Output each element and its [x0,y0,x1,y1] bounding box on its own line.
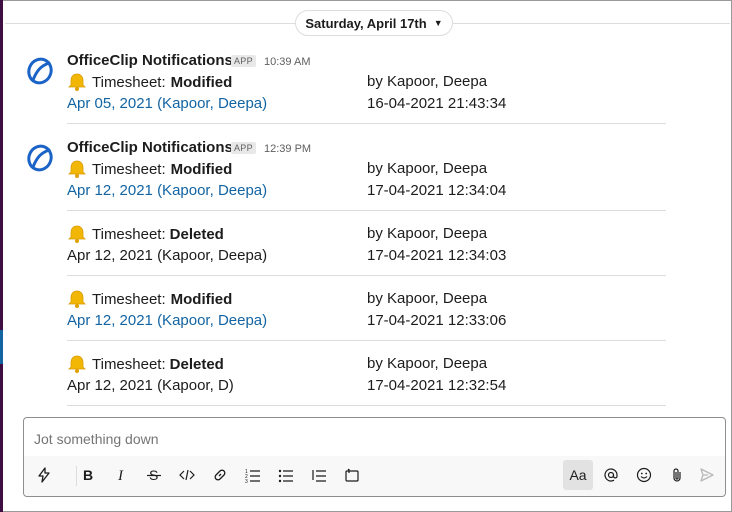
app-badge: APP [231,55,256,67]
entry-timestamp: 17-04-2021 12:32:54 [367,377,507,394]
numbered-list-icon: 123 [245,469,260,483]
blockquote-icon [312,470,326,482]
date-divider-button[interactable]: Saturday, April 17th ▼ [295,10,453,36]
sidebar-edge [0,0,3,512]
entry-author: by Kapoor, Deepa [367,225,488,242]
entry-type-label: Timesheet: [92,160,166,178]
italic-icon: I [117,468,124,483]
numbered-list-button[interactable]: 123 [238,460,268,490]
emoji-button[interactable] [629,460,659,490]
mention-icon [604,468,618,482]
bold-icon: B [83,467,93,483]
entry-author: by Kapoor, Deepa [367,160,488,177]
send-icon [700,468,714,482]
bulleted-list-button[interactable] [271,460,301,490]
strikethrough-button[interactable]: S [139,460,169,490]
date-divider-label: Saturday, April 17th [305,15,427,31]
bulleted-list-icon [278,469,293,483]
svg-text:B: B [83,467,93,483]
entry-action: Modified [170,160,233,178]
bold-button[interactable]: B [73,460,103,490]
attachment-button[interactable] [662,460,692,490]
composer-toolbar: B I S 123 Aa [24,456,725,496]
entry-separator [67,340,666,341]
shortcuts-button[interactable] [29,460,59,490]
entry-header: Timesheet: Deleted [67,355,224,373]
link-button[interactable] [205,460,235,490]
entry-type-label: Timesheet: [92,355,166,373]
officeclip-logo-icon[interactable] [25,143,55,173]
svg-text:3: 3 [245,479,248,483]
strikethrough-icon: S [147,467,161,483]
svg-text:I: I [117,468,124,483]
timesheet-link[interactable]: Apr 12, 2021 (Kapoor, Deepa) [67,182,267,199]
entry-type-label: Timesheet: [92,73,166,91]
code-icon [179,469,195,481]
sender-name[interactable]: OfficeClip Notifications [67,52,233,69]
formatting-button[interactable]: Aa [563,460,593,490]
message-timestamp[interactable]: 12:39 PM [264,143,311,155]
entry-action: Deleted [169,355,224,373]
timesheet-link[interactable]: Apr 12, 2021 (Kapoor, Deepa) [67,312,267,329]
entry-separator [67,405,666,406]
entry-author: by Kapoor, Deepa [367,73,488,90]
entry-timestamp: 17-04-2021 12:33:06 [367,312,507,329]
entry-type-label: Timesheet: [92,290,166,308]
entry-timestamp: 17-04-2021 12:34:04 [367,182,507,199]
officeclip-logo-icon[interactable] [25,56,55,86]
code-block-icon [345,468,359,482]
entry-action: Modified [170,290,233,308]
entry-author: by Kapoor, Deepa [367,290,488,307]
attachment-icon [673,468,681,482]
bell-icon [68,160,86,178]
italic-button[interactable]: I [106,460,136,490]
link-icon [214,469,226,481]
bell-icon [68,355,86,373]
chevron-down-icon: ▼ [433,18,443,28]
entry-header: Timesheet: Modified [67,73,232,91]
entry-header: Timesheet: Modified [67,290,232,308]
entry-action: Deleted [169,225,224,243]
entry-header: Timesheet: Deleted [67,225,224,243]
entry-timestamp: 17-04-2021 12:34:03 [367,247,507,264]
mention-button[interactable] [596,460,626,490]
entry-type-label: Timesheet: [92,225,166,243]
entry-timestamp: 16-04-2021 21:43:34 [367,95,507,112]
bell-icon [68,225,86,243]
blockquote-button[interactable] [304,460,334,490]
bell-icon [68,290,86,308]
emoji-icon [636,467,652,483]
timesheet-link[interactable]: Apr 05, 2021 (Kapoor, Deepa) [67,95,267,112]
entry-separator [67,123,666,124]
timesheet-reference: Apr 12, 2021 (Kapoor, D) [67,377,234,394]
message-input[interactable] [32,430,716,448]
lightning-icon [38,467,50,483]
sender-name[interactable]: OfficeClip Notifications [67,139,233,156]
bell-icon [68,73,86,91]
entry-separator [67,210,666,211]
app-badge: APP [231,142,256,154]
send-button[interactable] [692,460,722,490]
entry-separator [67,275,666,276]
timesheet-reference: Apr 12, 2021 (Kapoor, Deepa) [67,247,268,264]
sidebar-edge-accent [0,330,3,364]
entry-author: by Kapoor, Deepa [367,355,488,372]
code-block-button[interactable] [337,460,367,490]
entry-header: Timesheet: Modified [67,160,232,178]
message-timestamp[interactable]: 10:39 AM [264,56,310,68]
formatting-icon: Aa [569,467,587,483]
code-button[interactable] [172,460,202,490]
message-composer: B I S 123 Aa [23,417,726,497]
entry-action: Modified [170,73,233,91]
